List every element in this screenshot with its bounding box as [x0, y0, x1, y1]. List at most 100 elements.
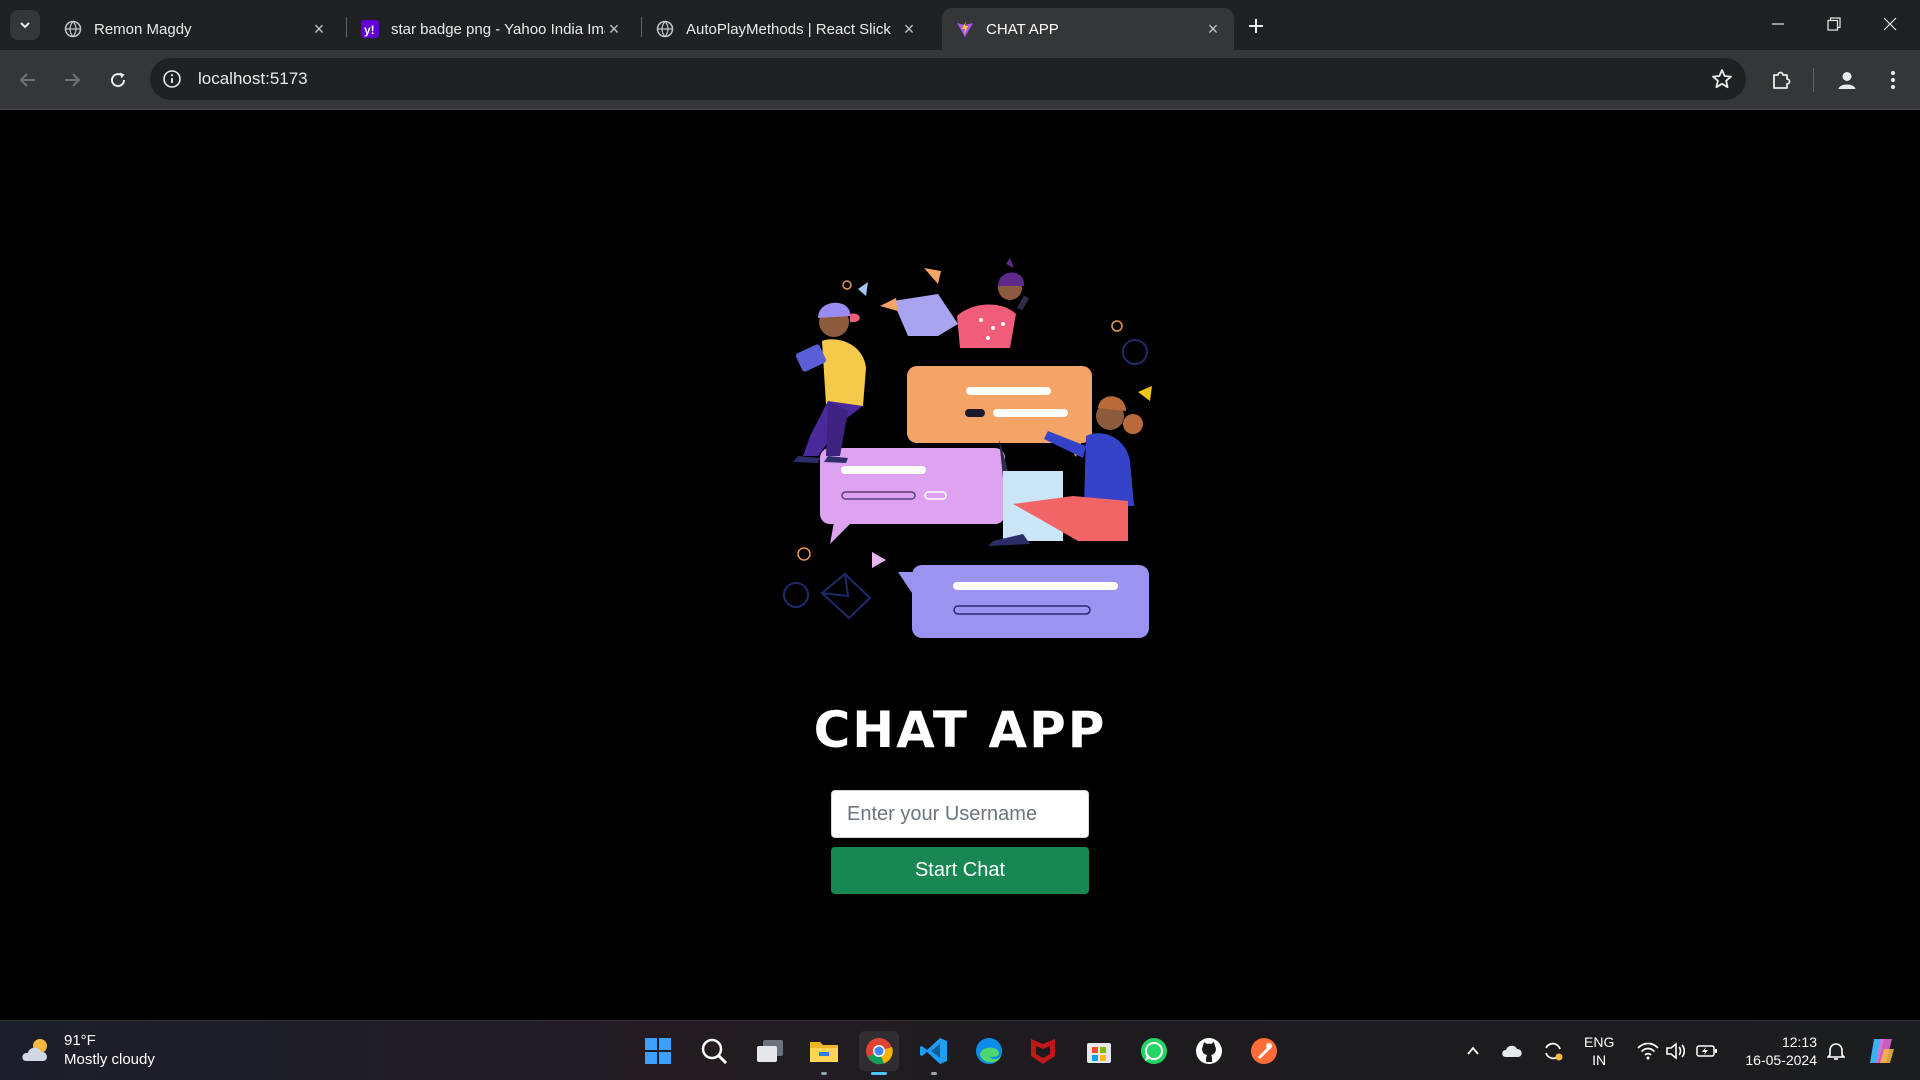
task-view-button[interactable]	[750, 1031, 790, 1071]
browser-tab-strip: Remon Magdy × y! star badge png - Yahoo …	[0, 0, 1920, 50]
close-window-button[interactable]	[1862, 0, 1918, 48]
windows-taskbar: 91°F Mostly cloudy ENG IN 12:13 16-05-20…	[0, 1020, 1920, 1080]
username-input[interactable]	[831, 790, 1089, 838]
extensions-button[interactable]	[1765, 64, 1797, 96]
chevron-up-icon	[1467, 1046, 1479, 1055]
running-indicator	[821, 1072, 827, 1075]
reload-icon	[111, 72, 126, 88]
close-icon	[1883, 17, 1897, 31]
running-indicator	[871, 1072, 887, 1075]
tab-search-button[interactable]	[10, 10, 40, 40]
search-icon	[701, 1038, 728, 1065]
windows-start-icon	[645, 1038, 671, 1064]
plus-icon	[1249, 19, 1263, 33]
whatsapp-icon	[1141, 1038, 1167, 1064]
info-icon	[163, 70, 181, 88]
vscode-icon	[920, 1038, 947, 1064]
mcafee-taskbar-button[interactable]	[1023, 1031, 1063, 1071]
microsoft-store-icon	[1087, 1043, 1111, 1063]
yahoo-icon: y!	[361, 20, 379, 38]
url-text: localhost:5173	[198, 69, 308, 88]
back-button[interactable]	[12, 64, 44, 96]
language-code: ENG	[1584, 1034, 1615, 1050]
arrow-right-icon	[65, 73, 81, 87]
cloud-icon	[1502, 1045, 1522, 1057]
close-tab-icon[interactable]: ×	[900, 19, 918, 39]
notifications-button[interactable]	[1824, 1039, 1848, 1063]
profile-button[interactable]	[1831, 64, 1863, 96]
forward-button[interactable]	[56, 64, 88, 96]
edge-taskbar-button[interactable]	[969, 1031, 1009, 1071]
restore-icon	[1827, 17, 1841, 31]
copilot-button[interactable]	[1866, 1035, 1898, 1067]
clock[interactable]: 12:13 16-05-2024	[1735, 1033, 1817, 1069]
tab-yahoo-search[interactable]: y! star badge png - Yahoo India Ima ×	[347, 8, 635, 50]
tab-title: AutoPlayMethods | React Slick	[686, 20, 891, 38]
github-taskbar-button[interactable]	[1189, 1031, 1229, 1071]
arrow-left-icon	[19, 73, 35, 87]
chrome-icon	[866, 1038, 893, 1065]
tab-react-slick[interactable]: AutoPlayMethods | React Slick ×	[642, 8, 930, 50]
weather-temperature: 91°F	[64, 1032, 96, 1049]
reload-button[interactable]	[102, 64, 134, 96]
tab-remon-magdy[interactable]: Remon Magdy ×	[50, 8, 340, 50]
sync-icon	[1545, 1042, 1563, 1061]
edge-icon	[976, 1038, 1002, 1064]
whatsapp-taskbar-button[interactable]	[1134, 1031, 1174, 1071]
volume-tray-button[interactable]	[1664, 1039, 1688, 1063]
close-tab-icon[interactable]: ×	[310, 19, 328, 39]
more-vertical-icon	[1891, 71, 1895, 89]
bell-icon	[1827, 1043, 1845, 1060]
new-tab-button[interactable]	[1242, 12, 1270, 40]
postman-taskbar-button[interactable]	[1244, 1031, 1284, 1071]
bookmark-star-button[interactable]	[1710, 67, 1734, 91]
puzzle-icon	[1773, 71, 1791, 89]
start-button[interactable]	[638, 1031, 678, 1071]
minimize-button[interactable]	[1750, 0, 1806, 48]
file-explorer-icon	[810, 1042, 838, 1062]
chrome-taskbar-button[interactable]	[859, 1031, 899, 1075]
svg-text:y!: y!	[364, 23, 375, 37]
browser-toolbar: localhost:5173	[0, 50, 1920, 110]
page-title: CHAT APP	[813, 701, 1107, 759]
globe-icon	[656, 20, 674, 38]
mcafee-icon	[1031, 1039, 1055, 1064]
tab-title: star badge png - Yahoo India Ima	[391, 20, 605, 38]
vite-icon	[956, 20, 974, 38]
start-chat-button[interactable]: Start Chat	[831, 847, 1089, 894]
onedrive-tray-button[interactable]	[1500, 1039, 1524, 1063]
restore-button[interactable]	[1806, 0, 1862, 48]
star-icon	[1712, 69, 1732, 89]
microsoft-store-button[interactable]	[1079, 1031, 1119, 1071]
battery-tray-button[interactable]	[1695, 1039, 1719, 1063]
cloudy-sun-icon	[22, 1039, 47, 1061]
volume-icon	[1666, 1042, 1686, 1060]
tab-chat-app[interactable]: CHAT APP ×	[942, 8, 1234, 50]
taskbar-search-button[interactable]	[694, 1031, 734, 1071]
postman-icon	[1251, 1038, 1277, 1064]
weather-widget[interactable]: 91°F Mostly cloudy	[20, 1031, 155, 1069]
browser-menu-button[interactable]	[1877, 64, 1909, 96]
running-indicator	[931, 1072, 937, 1075]
toolbar-divider	[1813, 68, 1814, 92]
tab-title: Remon Magdy	[94, 20, 192, 38]
close-tab-icon[interactable]: ×	[605, 19, 623, 39]
language-indicator[interactable]: ENG IN	[1584, 1033, 1614, 1069]
globe-icon	[64, 20, 82, 38]
file-explorer-button[interactable]	[804, 1031, 844, 1075]
vscode-taskbar-button[interactable]	[914, 1031, 954, 1075]
chat-illustration	[783, 258, 1152, 638]
close-tab-icon[interactable]: ×	[1204, 19, 1222, 39]
wifi-icon	[1637, 1042, 1659, 1060]
address-bar[interactable]: localhost:5173	[150, 58, 1746, 100]
site-info-button[interactable]	[152, 59, 192, 99]
battery-charging-icon	[1696, 1045, 1717, 1057]
weather-condition: Mostly cloudy	[64, 1051, 155, 1068]
page-content: CHAT APP Start Chat	[0, 111, 1920, 1020]
clock-date: 16-05-2024	[1745, 1052, 1817, 1068]
wifi-tray-button[interactable]	[1636, 1039, 1660, 1063]
show-hidden-icons-button[interactable]	[1461, 1039, 1485, 1063]
copilot-icon	[1870, 1039, 1894, 1063]
task-view-icon	[757, 1040, 783, 1062]
sync-tray-button[interactable]	[1541, 1039, 1565, 1063]
